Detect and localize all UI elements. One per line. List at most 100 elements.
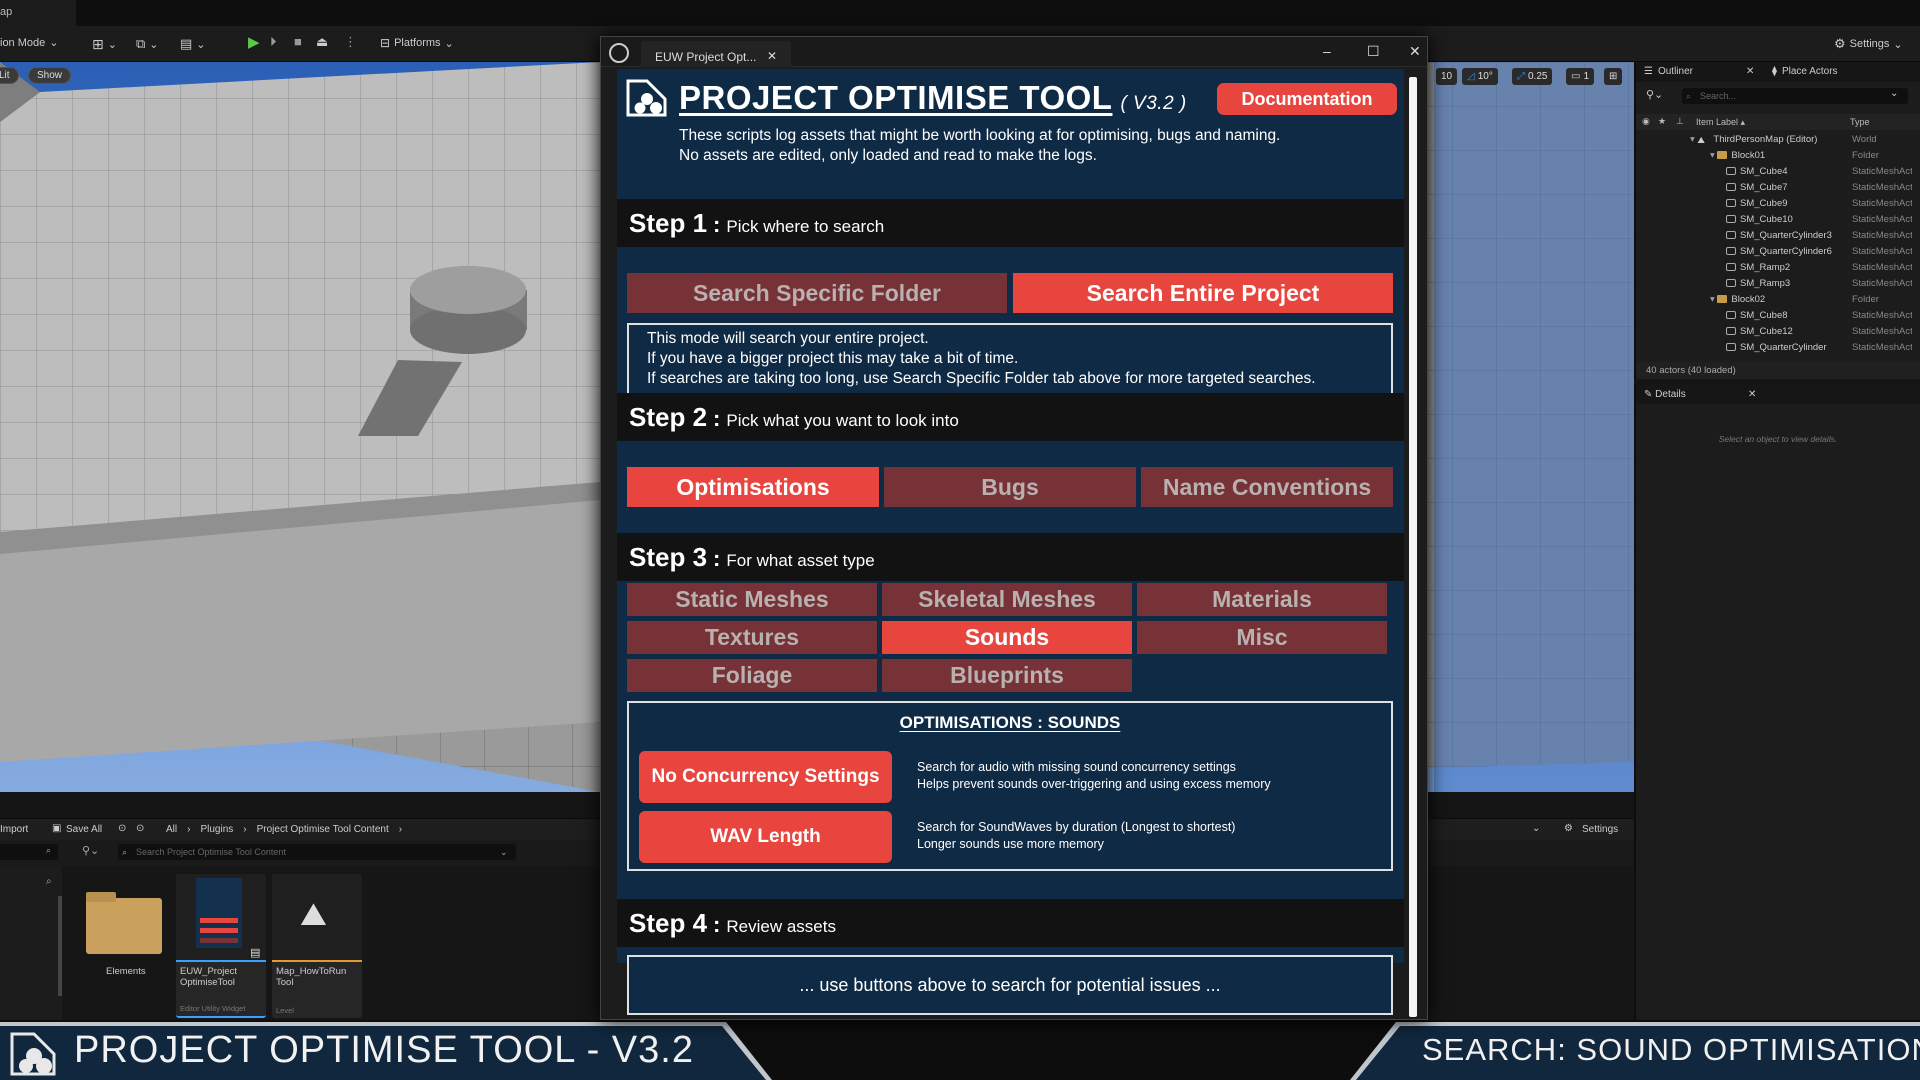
platforms-dropdown[interactable]: ⊟ Platforms ⌄: [380, 36, 454, 50]
list-item[interactable]: ▾ Block02 Folder: [1636, 292, 1920, 308]
type-blueprints[interactable]: Blueprints: [882, 659, 1132, 692]
search-icon[interactable]: ⌕: [46, 876, 52, 887]
tab-bugs[interactable]: Bugs: [884, 467, 1136, 507]
breadcrumb-all[interactable]: All: [166, 824, 177, 835]
window-titlebar[interactable]: EUW Project Opt... ✕ – ☐ ✕: [601, 37, 1427, 67]
static-mesh-icon: [1726, 215, 1736, 223]
asset-euw-widget[interactable]: ▤ EUW_Project OptimiseTool Editor Utilit…: [176, 874, 266, 1018]
list-item[interactable]: SM_Ramp3StaticMeshActor: [1636, 276, 1920, 292]
settings-dropdown[interactable]: ⚙ Settings ⌄: [1834, 36, 1903, 52]
column-item-label[interactable]: Item Label ▴: [1696, 117, 1745, 128]
type-foliage[interactable]: Foliage: [627, 659, 877, 692]
layout-button[interactable]: ⊞: [1604, 68, 1623, 85]
list-item[interactable]: SM_Cube9StaticMeshActor: [1636, 196, 1920, 212]
list-item[interactable]: SM_Cube10StaticMeshActor: [1636, 212, 1920, 228]
wav-length-button[interactable]: WAV Length: [639, 811, 892, 863]
maximize-button[interactable]: ☐: [1367, 43, 1380, 60]
optimisations-sounds-panel: OPTIMISATIONS : SOUNDS No Concurrency Se…: [627, 701, 1393, 871]
save-all-button[interactable]: Save All: [66, 824, 102, 835]
add-actor-button[interactable]: ⊞ ⌄: [92, 36, 117, 53]
lit-mode-button[interactable]: Lit: [0, 67, 19, 84]
step-3-header: Step 3: For what asset type: [617, 533, 1404, 581]
tree-scrollbar[interactable]: [58, 896, 62, 996]
close-icon[interactable]: ✕: [1748, 389, 1756, 400]
list-item[interactable]: ▾ Block01 Folder: [1636, 148, 1920, 164]
type-materials[interactable]: Materials: [1137, 583, 1387, 616]
list-icon: ☰: [1644, 66, 1653, 77]
no-concurrency-settings-button[interactable]: No Concurrency Settings: [639, 751, 892, 803]
history-forward-icon[interactable]: ⊙: [136, 823, 144, 834]
blueprint-button[interactable]: ⧉ ⌄: [136, 36, 159, 52]
search-icon: ⌕: [122, 847, 128, 857]
type-skeletal-meshes[interactable]: Skeletal Meshes: [882, 583, 1132, 616]
list-item[interactable]: SM_QuarterCylinder6StaticMeshActor: [1636, 244, 1920, 260]
type-misc[interactable]: Misc: [1137, 621, 1387, 654]
cb-settings-button[interactable]: Settings: [1582, 824, 1618, 835]
list-item[interactable]: SM_Cube8StaticMeshActor: [1636, 308, 1920, 324]
tab-outliner[interactable]: ☰ Outliner: [1644, 66, 1693, 77]
step-4-header: Step 4: Review assets: [617, 899, 1404, 947]
list-item[interactable]: SM_QuarterCylinderStaticMeshActor: [1636, 340, 1920, 356]
list-item[interactable]: SM_QuarterCylinder3StaticMeshActor: [1636, 228, 1920, 244]
camera-speed-button[interactable]: ▭ 1: [1566, 68, 1595, 85]
expand-arrow-icon[interactable]: ▾: [1710, 294, 1717, 305]
close-icon[interactable]: ✕: [767, 49, 777, 63]
mode-dropdown[interactable]: ion Mode ⌄: [0, 36, 58, 50]
type-sounds[interactable]: Sounds: [882, 621, 1132, 654]
filter-icon[interactable]: ⚲⌄: [82, 844, 99, 857]
breadcrumb-plugins[interactable]: Plugins: [200, 824, 233, 835]
level-icon: ⛰: [300, 896, 327, 932]
tab-optimisations[interactable]: Optimisations: [627, 467, 879, 507]
breadcrumb-tool-content[interactable]: Project Optimise Tool Content: [257, 824, 389, 835]
tab-name-conventions[interactable]: Name Conventions: [1141, 467, 1393, 507]
chevron-down-icon[interactable]: ⌄: [1890, 88, 1898, 99]
close-button[interactable]: ✕: [1409, 43, 1421, 60]
folder-tree: ⌕: [0, 866, 62, 1020]
import-button[interactable]: Import: [0, 824, 28, 835]
pin-icon[interactable]: ⊥: [1676, 116, 1684, 127]
tab-euw-project[interactable]: EUW Project Opt... ✕: [641, 41, 791, 67]
star-icon[interactable]: ★: [1658, 116, 1666, 127]
search-entire-project-tab[interactable]: Search Entire Project: [1013, 273, 1393, 313]
search-specific-folder-tab[interactable]: Search Specific Folder: [627, 273, 1007, 313]
scale-snap-toggle[interactable]: ⤢ 0.25: [1512, 68, 1553, 85]
static-mesh-icon: [1726, 231, 1736, 239]
documentation-button[interactable]: Documentation: [1217, 83, 1397, 115]
expand-arrow-icon[interactable]: ▾: [1710, 150, 1717, 161]
column-type[interactable]: Type: [1850, 117, 1870, 127]
stop-button[interactable]: ■: [294, 34, 302, 49]
show-button[interactable]: Show: [28, 67, 72, 84]
outliner-search-input[interactable]: ⌕ Search...: [1682, 88, 1908, 104]
step-button[interactable]: ⏵: [270, 34, 277, 50]
cinematics-button[interactable]: ▤ ⌄: [180, 36, 206, 52]
asset-search-input[interactable]: ⌕ Search Project Optimise Tool Content ⌄: [118, 844, 516, 860]
eject-button[interactable]: ⏏: [316, 34, 328, 50]
list-item[interactable]: ▾ ⛰ ThirdPersonMap (Editor) World: [1636, 132, 1920, 148]
eye-icon[interactable]: ◉: [1642, 116, 1650, 127]
expand-arrow-icon[interactable]: ▾: [1690, 134, 1697, 145]
close-icon[interactable]: ✕: [1746, 66, 1754, 77]
more-options-button[interactable]: ⋮: [344, 34, 357, 50]
chevron-down-icon[interactable]: ⌄: [1532, 823, 1540, 834]
minimize-button[interactable]: –: [1323, 43, 1331, 59]
list-item[interactable]: SM_Cube12StaticMeshActor: [1636, 324, 1920, 340]
camera-icon: ▭: [1571, 71, 1581, 82]
type-static-meshes[interactable]: Static Meshes: [627, 583, 877, 616]
list-item[interactable]: SM_Ramp2StaticMeshActor: [1636, 260, 1920, 276]
tab-details[interactable]: ✎ Details ✕: [1636, 384, 1920, 404]
asset-howto-map[interactable]: ⛰ Map_HowToRun Tool Level: [272, 874, 362, 1018]
folder-search-input[interactable]: ⌕: [0, 844, 58, 860]
tab-place-actors[interactable]: ⧫ Place Actors: [1772, 66, 1838, 77]
tool-logo-icon: [8, 1028, 60, 1076]
list-item[interactable]: SM_Cube7StaticMeshActor: [1636, 180, 1920, 196]
play-button[interactable]: ▶: [248, 33, 260, 51]
filter-icon[interactable]: ⚲⌄: [1646, 88, 1663, 101]
unreal-logo-icon: [609, 43, 629, 63]
grid-snap-value[interactable]: 10: [1436, 68, 1458, 85]
rotation-snap-toggle[interactable]: ◿ 10°: [1462, 68, 1498, 85]
history-back-icon[interactable]: ⊙: [118, 823, 126, 834]
list-item[interactable]: SM_Cube4StaticMeshActor: [1636, 164, 1920, 180]
asset-elements-folder[interactable]: Elements: [78, 874, 168, 1018]
window-scrollbar[interactable]: [1409, 77, 1417, 1017]
type-textures[interactable]: Textures: [627, 621, 877, 654]
